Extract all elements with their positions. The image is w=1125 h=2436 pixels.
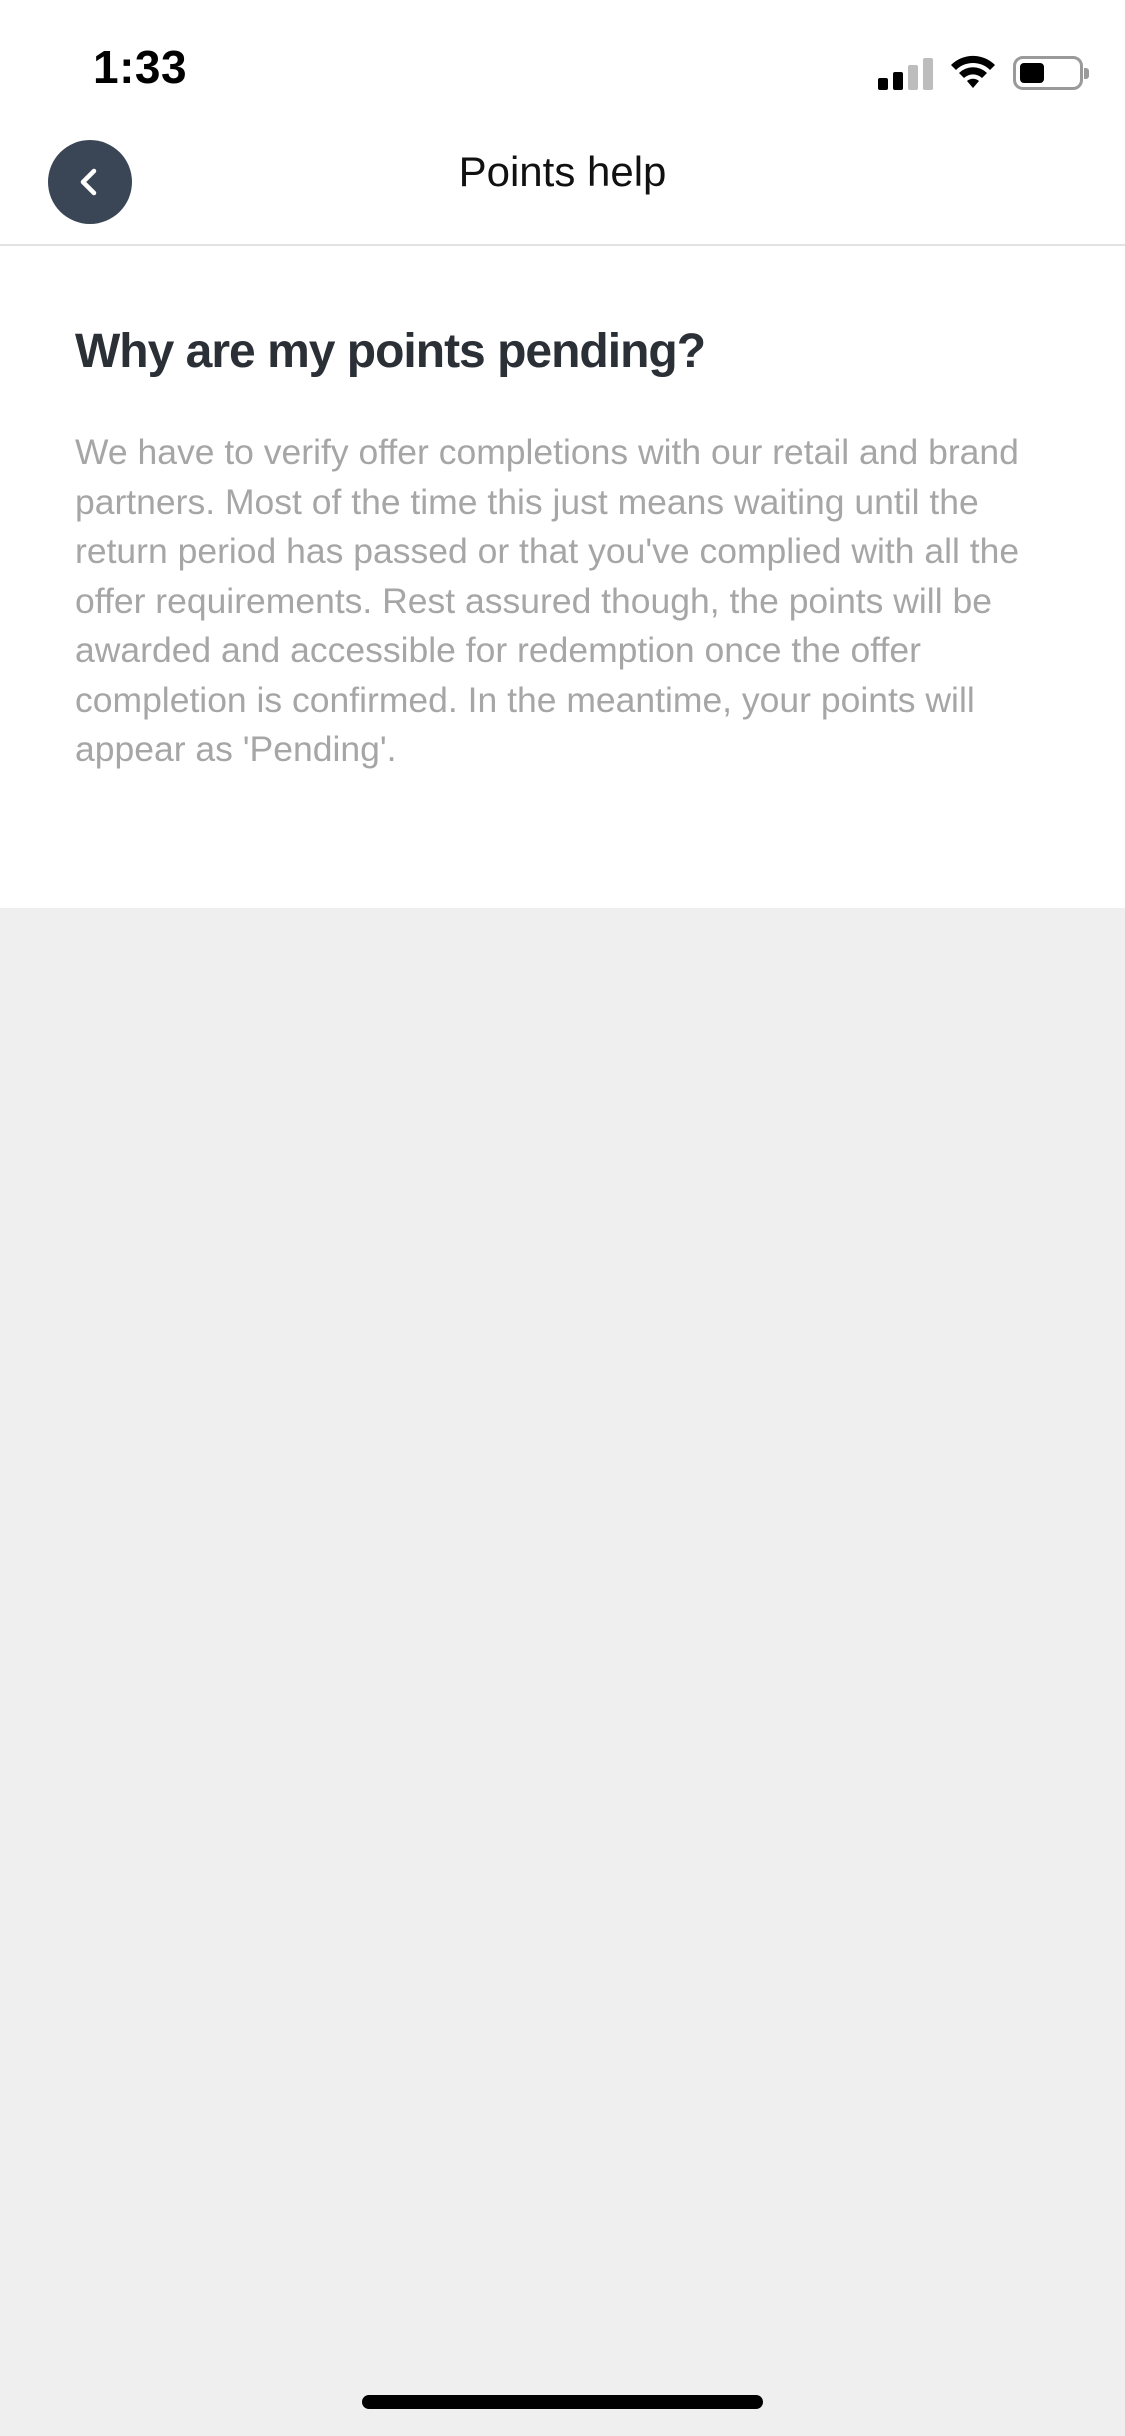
home-indicator[interactable] [362, 2395, 763, 2409]
battery-icon [1013, 56, 1089, 90]
faq-card: Why are my points pending? We have to ve… [0, 246, 1125, 908]
wifi-icon [951, 55, 995, 88]
status-icons [878, 50, 1089, 90]
screen: 1:33 Points help Why are my points pendi… [0, 0, 1125, 2436]
faq-answer: We have to verify offer completions with… [75, 432, 1020, 769]
faq-question: Why are my points pending? [75, 325, 706, 378]
status-bar: 1:33 [0, 0, 1125, 140]
status-time: 1:33 [93, 41, 188, 93]
cellular-signal-icon [878, 56, 933, 90]
nav-header: Points help [0, 140, 1125, 246]
page-title: Points help [458, 148, 667, 195]
